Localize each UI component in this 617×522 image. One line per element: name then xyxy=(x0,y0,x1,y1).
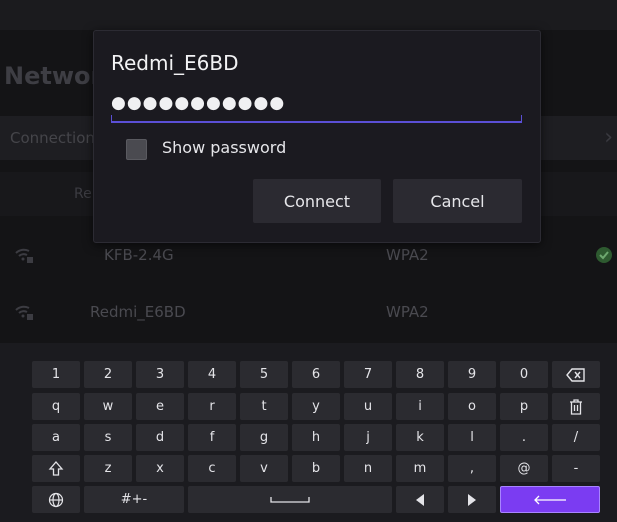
key-2[interactable]: 2 xyxy=(84,361,132,388)
key-q[interactable]: q xyxy=(32,393,80,420)
key-k[interactable]: k xyxy=(396,424,444,451)
top-bar xyxy=(0,0,617,30)
connect-button[interactable]: Connect xyxy=(253,179,381,223)
key-e[interactable]: e xyxy=(136,393,184,420)
symbols-key[interactable]: #+- xyxy=(84,486,184,513)
key-p[interactable]: p xyxy=(500,393,548,420)
key-w[interactable]: w xyxy=(84,393,132,420)
key-dash[interactable]: - xyxy=(552,455,600,482)
key-m[interactable]: m xyxy=(396,455,444,482)
password-field[interactable]: ●●●●●●●●●●● xyxy=(111,93,522,123)
key-slash[interactable]: / xyxy=(552,424,600,451)
key-o[interactable]: o xyxy=(448,393,496,420)
network-security: WPA2 xyxy=(386,303,429,321)
key-i[interactable]: i xyxy=(396,393,444,420)
show-password-label: Show password xyxy=(162,138,287,157)
key-3[interactable]: 3 xyxy=(136,361,184,388)
password-value: ●●●●●●●●●●● xyxy=(111,93,286,113)
network-item-redmi: Redmi_E6BD WPA2 xyxy=(0,290,617,334)
key-r[interactable]: r xyxy=(188,393,236,420)
clear-key[interactable] xyxy=(552,393,600,420)
show-password-checkbox[interactable] xyxy=(126,139,147,160)
enter-arrow-icon xyxy=(533,495,567,505)
key-b[interactable]: b xyxy=(292,455,340,482)
network-name: KFB-2.4G xyxy=(104,246,174,264)
dialog-title: Redmi_E6BD xyxy=(111,51,239,75)
key-9[interactable]: 9 xyxy=(448,361,496,388)
network-security: WPA2 xyxy=(386,246,429,264)
cancel-button[interactable]: Cancel xyxy=(393,179,522,223)
key-8[interactable]: 8 xyxy=(396,361,444,388)
key-5[interactable]: 5 xyxy=(240,361,288,388)
key-comma[interactable]: , xyxy=(448,455,496,482)
wifi-lock-icon xyxy=(14,245,34,265)
wifi-password-dialog: Redmi_E6BD ●●●●●●●●●●● Show password Con… xyxy=(93,30,541,243)
key-u[interactable]: u xyxy=(344,393,392,420)
key-a[interactable]: a xyxy=(32,424,80,451)
cursor-left-key[interactable] xyxy=(396,486,444,513)
connection-label: Connection xyxy=(10,129,95,147)
key-h[interactable]: h xyxy=(292,424,340,451)
key-z[interactable]: z xyxy=(84,455,132,482)
arrow-left-icon xyxy=(415,493,425,507)
key-at[interactable]: @ xyxy=(500,455,548,482)
network-name: Redmi_E6BD xyxy=(90,303,186,321)
key-0[interactable]: 0 xyxy=(500,361,548,388)
shift-key[interactable] xyxy=(32,455,80,482)
key-y[interactable]: y xyxy=(292,393,340,420)
key-6[interactable]: 6 xyxy=(292,361,340,388)
wifi-lock-icon xyxy=(14,302,34,322)
space-bar-icon xyxy=(270,496,310,504)
key-f[interactable]: f xyxy=(188,424,236,451)
key-1[interactable]: 1 xyxy=(32,361,80,388)
key-x[interactable]: x xyxy=(136,455,184,482)
key-g[interactable]: g xyxy=(240,424,288,451)
key-d[interactable]: d xyxy=(136,424,184,451)
backspace-icon xyxy=(566,367,586,382)
key-t[interactable]: t xyxy=(240,393,288,420)
list-header-label: Re xyxy=(74,186,92,202)
enter-key[interactable] xyxy=(500,486,600,513)
space-key[interactable] xyxy=(188,486,392,513)
on-screen-keyboard: 1 2 3 4 5 6 7 8 9 0 q w e r t y u i o p … xyxy=(0,343,617,522)
language-key[interactable] xyxy=(32,486,80,513)
arrow-right-icon xyxy=(467,493,477,507)
connected-check-icon xyxy=(596,247,612,263)
globe-icon xyxy=(48,492,64,508)
key-7[interactable]: 7 xyxy=(344,361,392,388)
key-l[interactable]: l xyxy=(448,424,496,451)
key-j[interactable]: j xyxy=(344,424,392,451)
backspace-key[interactable] xyxy=(552,361,600,388)
key-n[interactable]: n xyxy=(344,455,392,482)
key-4[interactable]: 4 xyxy=(188,361,236,388)
trash-icon xyxy=(569,398,583,415)
shift-icon xyxy=(48,460,64,477)
key-v[interactable]: v xyxy=(240,455,288,482)
key-s[interactable]: s xyxy=(84,424,132,451)
chevron-right-icon: › xyxy=(604,125,613,150)
key-c[interactable]: c xyxy=(188,455,236,482)
key-period[interactable]: . xyxy=(500,424,548,451)
cursor-right-key[interactable] xyxy=(448,486,496,513)
